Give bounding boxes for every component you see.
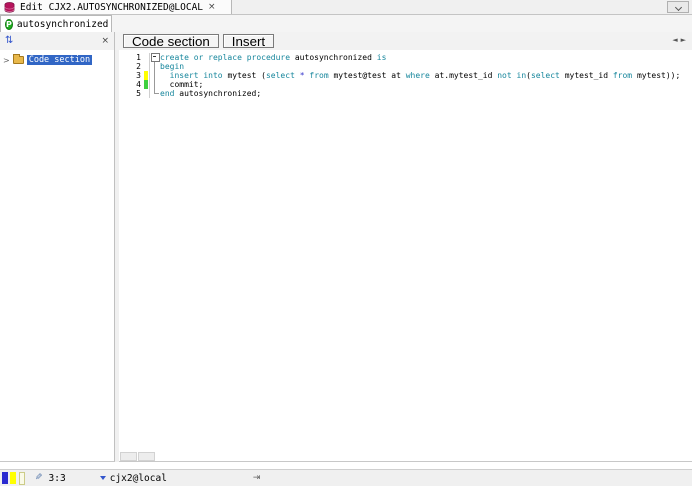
edit-mode-icon: ✎	[35, 473, 43, 483]
sort-icon[interactable]: ⇅	[5, 36, 13, 46]
fold-marker	[150, 62, 160, 71]
code-text-area[interactable]: create or replace procedure autosynchron…	[160, 53, 692, 98]
window-tab-bar: Edit CJX2.AUTOSYNCHRONIZED@LOCAL ×	[0, 0, 692, 15]
section-toolbar-row: ⇅ × Code section Insert ◄►	[0, 32, 692, 51]
fold-marker	[150, 71, 160, 80]
editor-scroll-corner-left	[120, 452, 137, 461]
tab-list-dropdown-button[interactable]	[667, 1, 689, 13]
tree-panel-header: ⇅ ×	[0, 32, 115, 50]
line-number-gutter: 12345	[119, 53, 143, 98]
code-sections-tree: > Code section	[0, 50, 115, 462]
editor-scroll-corner-right	[138, 452, 155, 461]
folder-icon	[12, 54, 24, 64]
section-buttons: Code section Insert	[119, 32, 692, 50]
tree-panel-close-icon[interactable]: ×	[101, 36, 109, 46]
tab-autosynchronized[interactable]: P autosynchronized	[0, 15, 112, 32]
code-line: end autosynchronized;	[160, 89, 262, 98]
fold-marker	[150, 53, 160, 62]
line-change-marker	[144, 71, 148, 80]
tab-title: Edit CJX2.AUTOSYNCHRONIZED@LOCAL	[20, 1, 204, 13]
line-number: 2	[136, 62, 141, 71]
code-fold-gutter[interactable]	[149, 53, 160, 98]
tab-stop-icon: ⇥	[252, 473, 261, 483]
status-bar: ✎ 3:3 cjx2@local ⇥	[0, 469, 692, 486]
change-marker-gutter	[144, 53, 148, 98]
cursor-position: 3:3	[48, 472, 66, 484]
connection-selector[interactable]: cjx2@local	[99, 472, 167, 484]
tab-close-icon[interactable]: ×	[208, 2, 216, 12]
code-line: commit;	[160, 80, 204, 89]
tab-scroll-arrows[interactable]: ◄►	[672, 36, 689, 44]
insert-button[interactable]: Insert	[222, 34, 275, 49]
code-section-button[interactable]: Code section	[123, 34, 219, 49]
procedure-icon: P	[5, 18, 13, 30]
line-change-marker	[144, 62, 148, 71]
tab-edit-procedure[interactable]: Edit CJX2.AUTOSYNCHRONIZED@LOCAL ×	[0, 0, 232, 14]
line-change-marker	[144, 89, 148, 98]
code-editor[interactable]: 12345 create or replace procedure autosy…	[119, 50, 692, 462]
fold-marker	[150, 80, 160, 89]
line-number: 3	[136, 71, 141, 80]
scroll-right-icon[interactable]: ►	[681, 36, 689, 44]
database-icon	[4, 1, 15, 13]
line-change-marker	[144, 80, 148, 89]
line-number: 5	[136, 89, 141, 98]
expander-icon[interactable]: >	[3, 56, 10, 65]
status-modified-indicator	[2, 472, 8, 484]
code-line: create or replace procedure autosynchron…	[160, 53, 387, 62]
line-number: 1	[136, 53, 141, 62]
line-number: 4	[136, 80, 141, 89]
tree-item-label[interactable]: Code section	[26, 55, 93, 65]
code-line: begin	[160, 62, 185, 71]
dropdown-arrow-icon	[99, 476, 106, 480]
fold-collapse-icon[interactable]	[151, 53, 160, 62]
fold-marker	[150, 89, 160, 98]
connection-label: cjx2@local	[109, 472, 167, 484]
scroll-left-icon[interactable]: ◄	[672, 36, 680, 44]
code-line: insert into mytest (select * from mytest…	[169, 71, 681, 80]
status-unsaved-indicator	[10, 472, 16, 484]
chevron-down-icon	[674, 3, 683, 12]
object-tab-label: autosynchronized	[16, 18, 109, 30]
tree-item-code-section[interactable]: > Code section	[0, 54, 114, 66]
status-empty-indicator	[19, 471, 25, 485]
line-change-marker	[144, 53, 148, 62]
object-tab-bar: P autosynchronized	[0, 15, 692, 33]
